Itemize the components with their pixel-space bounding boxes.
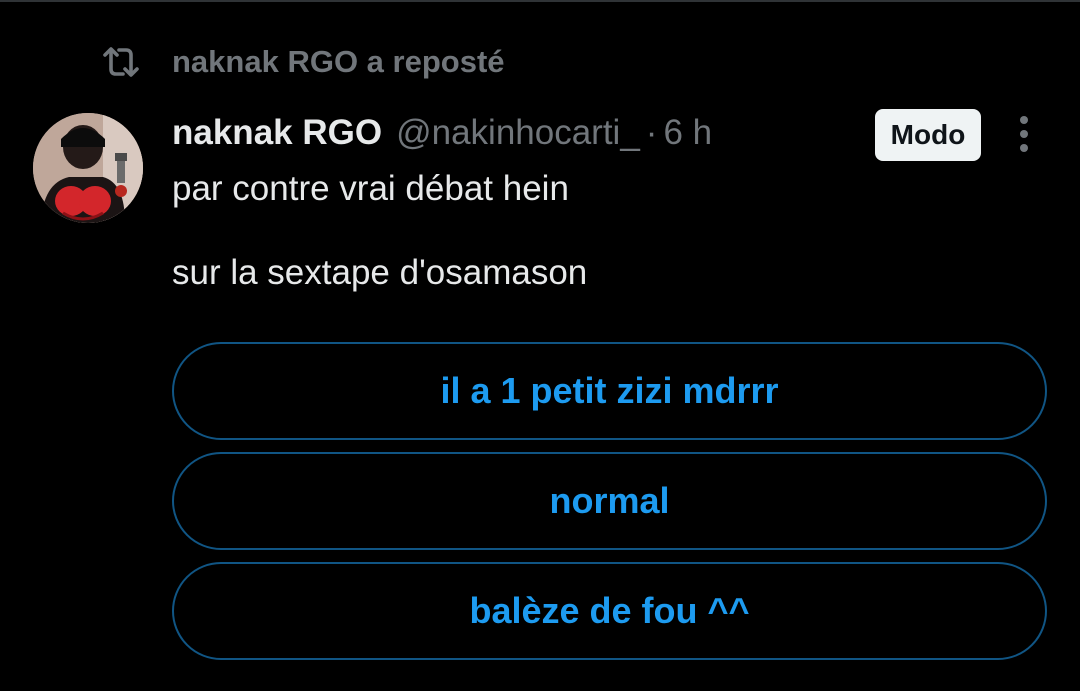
author-name[interactable]: naknak RGO (172, 113, 382, 153)
more-options-button[interactable] (1002, 112, 1046, 160)
poll-option[interactable]: il a 1 petit zizi mdrrr (172, 342, 1047, 440)
top-divider (0, 0, 1080, 2)
moderator-badge: Modo (875, 109, 981, 161)
more-vertical-icon (1018, 114, 1030, 159)
tweet-text-line (172, 210, 587, 252)
tweet-text-line: par contre vrai débat hein (172, 169, 569, 208)
separator-dot: · (645, 113, 658, 152)
poll-option[interactable]: normal (172, 452, 1047, 550)
repost-label: naknak RGO a reposté (172, 44, 505, 79)
tweet-timestamp[interactable]: 6 h (663, 113, 712, 153)
poll: il a 1 petit zizi mdrrr normal balèze de… (172, 342, 1047, 672)
repost-context[interactable]: naknak RGO a reposté (100, 40, 505, 84)
repost-icon (100, 44, 142, 80)
tweet-text: par contre vrai débat hein sur la sextap… (172, 168, 587, 294)
author-handle[interactable]: @nakinhocarti_ (396, 113, 640, 153)
tweet-text-line: sur la sextape d'osamason (172, 253, 588, 292)
poll-option[interactable]: balèze de fou ^^ (172, 562, 1047, 660)
tweet-header: naknak RGO @nakinhocarti_ · 6 h (172, 110, 712, 156)
avatar[interactable] (33, 113, 143, 223)
